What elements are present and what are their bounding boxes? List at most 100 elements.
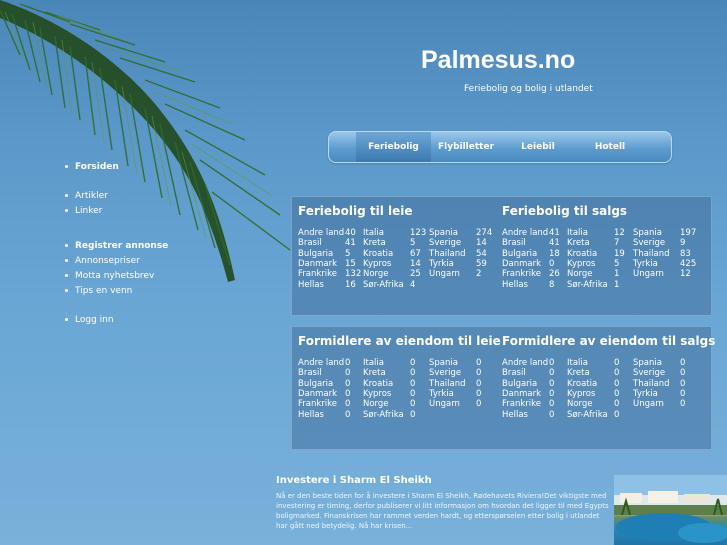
tab-feriebolig[interactable]: Feriebolig: [356, 132, 431, 162]
country-link[interactable]: Frankrike: [298, 269, 337, 279]
country-link[interactable]: Sør-Afrika: [567, 410, 608, 420]
country-link[interactable]: Sør-Afrika: [567, 280, 608, 290]
country-link[interactable]: Frankrike: [502, 269, 541, 279]
country-link[interactable]: Norge: [363, 399, 389, 409]
country-link[interactable]: Frankrike: [298, 399, 337, 409]
country-link[interactable]: Thailand: [633, 379, 670, 389]
country-link[interactable]: Tyrkia: [429, 259, 454, 269]
article-title[interactable]: Investere i Sharm El Sheikh: [276, 475, 432, 486]
country-link[interactable]: Kroatia: [363, 249, 393, 259]
country-link[interactable]: Hellas: [502, 280, 528, 290]
country-link[interactable]: Spania: [429, 358, 458, 368]
country-link[interactable]: Danmark: [298, 389, 337, 399]
sidebar-item-annonsepriser[interactable]: Annonsepriser: [65, 256, 140, 266]
country-link[interactable]: Kroatia: [567, 249, 597, 259]
country-link[interactable]: Kreta: [567, 238, 590, 248]
sidebar-item-motta-nyhetsbrev[interactable]: Motta nyhetsbrev: [65, 271, 154, 281]
country-link[interactable]: Andre land: [502, 358, 548, 368]
country-link[interactable]: Andre land: [298, 228, 344, 238]
country-link[interactable]: Sverige: [429, 368, 461, 378]
bullet-icon: [65, 194, 68, 197]
sidebar-item-artikler[interactable]: Artikler: [65, 191, 108, 201]
tab-leiebil[interactable]: Leiebil: [501, 132, 575, 162]
country-link[interactable]: Tyrkia: [429, 389, 454, 399]
country-link[interactable]: Kypros: [567, 259, 595, 269]
country-link[interactable]: Hellas: [298, 280, 324, 290]
country-link[interactable]: Thailand: [429, 249, 466, 259]
country-link[interactable]: Brasil: [298, 368, 322, 378]
listing-count: 5: [410, 238, 416, 249]
site-title[interactable]: Palmesus.no: [421, 46, 575, 75]
country-link[interactable]: Hellas: [298, 410, 324, 420]
country-link[interactable]: Bulgaria: [502, 379, 537, 389]
country-link[interactable]: Thailand: [633, 249, 670, 259]
country-link[interactable]: Bulgaria: [502, 249, 537, 259]
article-thumbnail-image[interactable]: [614, 475, 727, 545]
country-link[interactable]: Tyrkia: [633, 389, 658, 399]
country-link[interactable]: Kypros: [363, 389, 391, 399]
listing-count: 14: [476, 238, 487, 249]
country-link[interactable]: Spania: [429, 228, 458, 238]
country-link[interactable]: Kypros: [363, 259, 391, 269]
country-link[interactable]: Frankrike: [502, 399, 541, 409]
listing-count: 5: [345, 248, 351, 259]
listing-count: 12: [680, 269, 691, 280]
country-link[interactable]: Bulgaria: [298, 379, 333, 389]
country-link[interactable]: Thailand: [429, 379, 466, 389]
country-link[interactable]: Norge: [567, 269, 593, 279]
country-link[interactable]: Sør-Afrika: [363, 280, 404, 290]
bullet-icon: [65, 165, 68, 168]
country-link[interactable]: Italia: [567, 358, 588, 368]
country-link[interactable]: Ungarn: [633, 269, 664, 279]
section-title[interactable]: Formidlere av eiendom til salgs: [502, 334, 715, 348]
country-link[interactable]: Brasil: [298, 238, 322, 248]
sidebar-item-registrer-annonse[interactable]: Registrer annonse: [65, 241, 168, 251]
country-link[interactable]: Sverige: [633, 368, 665, 378]
country-link[interactable]: Kreta: [363, 368, 386, 378]
country-link[interactable]: Andre land: [298, 358, 344, 368]
country-link[interactable]: Kroatia: [363, 379, 393, 389]
country-link[interactable]: Kroatia: [567, 379, 597, 389]
country-link[interactable]: Danmark: [298, 259, 337, 269]
country-link[interactable]: Kreta: [363, 238, 386, 248]
sidebar-item-logg-inn[interactable]: Logg inn: [65, 315, 114, 325]
country-link[interactable]: Sverige: [429, 238, 461, 248]
listing-count: 14: [410, 258, 421, 269]
listing-count: 0: [680, 358, 686, 368]
sidebar-item-forsiden[interactable]: Forsiden: [65, 162, 119, 172]
country-link[interactable]: Spania: [633, 358, 662, 368]
country-link[interactable]: Kreta: [567, 368, 590, 378]
country-link[interactable]: Norge: [567, 399, 593, 409]
country-link[interactable]: Ungarn: [429, 399, 460, 409]
country-link[interactable]: Danmark: [502, 259, 541, 269]
listing-count: 0: [345, 409, 351, 420]
sidebar-item-linker[interactable]: Linker: [65, 206, 102, 216]
listing-count: 0: [549, 409, 555, 420]
tab-hotell[interactable]: Hotell: [573, 132, 647, 162]
section-title[interactable]: Formidlere av eiendom til leie: [298, 334, 501, 348]
country-link[interactable]: Brasil: [502, 238, 526, 248]
country-link[interactable]: Italia: [363, 358, 384, 368]
listing-count: 0: [410, 358, 416, 368]
country-link[interactable]: Kypros: [567, 389, 595, 399]
country-link[interactable]: Bulgaria: [298, 249, 333, 259]
country-link[interactable]: Sør-Afrika: [363, 410, 404, 420]
country-link[interactable]: Ungarn: [429, 269, 460, 279]
country-link[interactable]: Ungarn: [633, 399, 664, 409]
country-link[interactable]: Spania: [633, 228, 662, 238]
country-link[interactable]: Italia: [567, 228, 588, 238]
listing-count: 0: [476, 368, 482, 379]
country-link[interactable]: Andre land: [502, 228, 548, 238]
listing-count: 0: [345, 388, 351, 399]
section-title[interactable]: Feriebolig til salgs: [502, 204, 627, 218]
country-link[interactable]: Norge: [363, 269, 389, 279]
section-title[interactable]: Feriebolig til leie: [298, 204, 413, 218]
country-link[interactable]: Sverige: [633, 238, 665, 248]
country-link[interactable]: Danmark: [502, 389, 541, 399]
country-link[interactable]: Hellas: [502, 410, 528, 420]
tab-flybilletter[interactable]: Flybilletter: [429, 132, 503, 162]
sidebar-item-tips-en-venn[interactable]: Tips en venn: [65, 286, 132, 296]
country-link[interactable]: Italia: [363, 228, 384, 238]
country-link[interactable]: Tyrkia: [633, 259, 658, 269]
country-link[interactable]: Brasil: [502, 368, 526, 378]
